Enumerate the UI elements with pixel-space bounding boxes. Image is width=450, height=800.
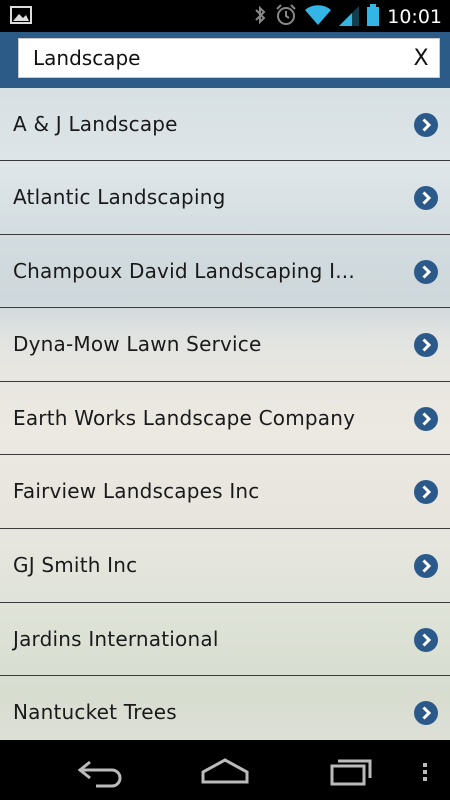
bluetooth-icon [253, 4, 267, 30]
results-list[interactable]: A & J Landscape Atlantic Landscaping Cha… [0, 88, 450, 740]
signal-icon [339, 4, 360, 30]
chevron-right-icon [414, 333, 438, 358]
list-item-label: Nantucket Trees [13, 700, 177, 725]
chevron-right-icon [414, 406, 438, 431]
search-box: X [18, 38, 440, 78]
chevron-right-icon [414, 186, 438, 210]
list-item-label: Atlantic Landscaping [13, 185, 226, 209]
list-item-label: GJ Smith Inc [13, 552, 138, 577]
chevron-right-icon [414, 553, 438, 578]
list-item[interactable]: Nantucket Trees [0, 676, 450, 740]
menu-icon[interactable] [418, 754, 432, 792]
chevron-right-icon [414, 113, 438, 137]
back-icon[interactable] [76, 754, 124, 792]
list-item[interactable]: Champoux David Landscaping I... [0, 234, 450, 309]
list-item[interactable]: Fairview Landscapes Inc [0, 455, 450, 529]
list-item-label: A & J Landscape [13, 112, 178, 136]
status-bar: 10:01 [0, 0, 450, 32]
list-item[interactable]: A & J Landscape [0, 88, 450, 161]
wifi-icon [305, 4, 332, 30]
list-item-label: Fairview Landscapes Inc [13, 479, 260, 504]
home-icon[interactable] [200, 754, 250, 792]
image-notification-icon [10, 6, 32, 28]
list-item[interactable]: Earth Works Landscape Company [0, 381, 450, 456]
list-item-label: Jardins International [13, 626, 219, 651]
chevron-right-icon [414, 480, 438, 505]
list-item[interactable]: GJ Smith Inc [0, 528, 450, 603]
chevron-right-icon [414, 627, 438, 652]
battery-icon [367, 4, 380, 30]
list-item[interactable]: Dyna-Mow Lawn Service [0, 308, 450, 382]
status-time: 10:01 [387, 6, 442, 28]
chevron-right-icon [414, 701, 438, 726]
recent-apps-icon[interactable] [328, 754, 376, 792]
list-item-label: Champoux David Landscaping I... [13, 258, 355, 283]
list-item[interactable]: Jardins International [0, 602, 450, 677]
list-item-label: Dyna-Mow Lawn Service [13, 332, 262, 357]
navigation-bar [0, 740, 450, 800]
search-bar: X [0, 32, 450, 88]
chevron-right-icon [414, 259, 438, 284]
list-item-label: Earth Works Landscape Company [13, 405, 356, 430]
alarm-icon [275, 4, 297, 30]
list-item[interactable]: Atlantic Landscaping [0, 161, 450, 235]
search-input[interactable] [33, 39, 403, 77]
clear-search-button[interactable]: X [407, 41, 435, 75]
